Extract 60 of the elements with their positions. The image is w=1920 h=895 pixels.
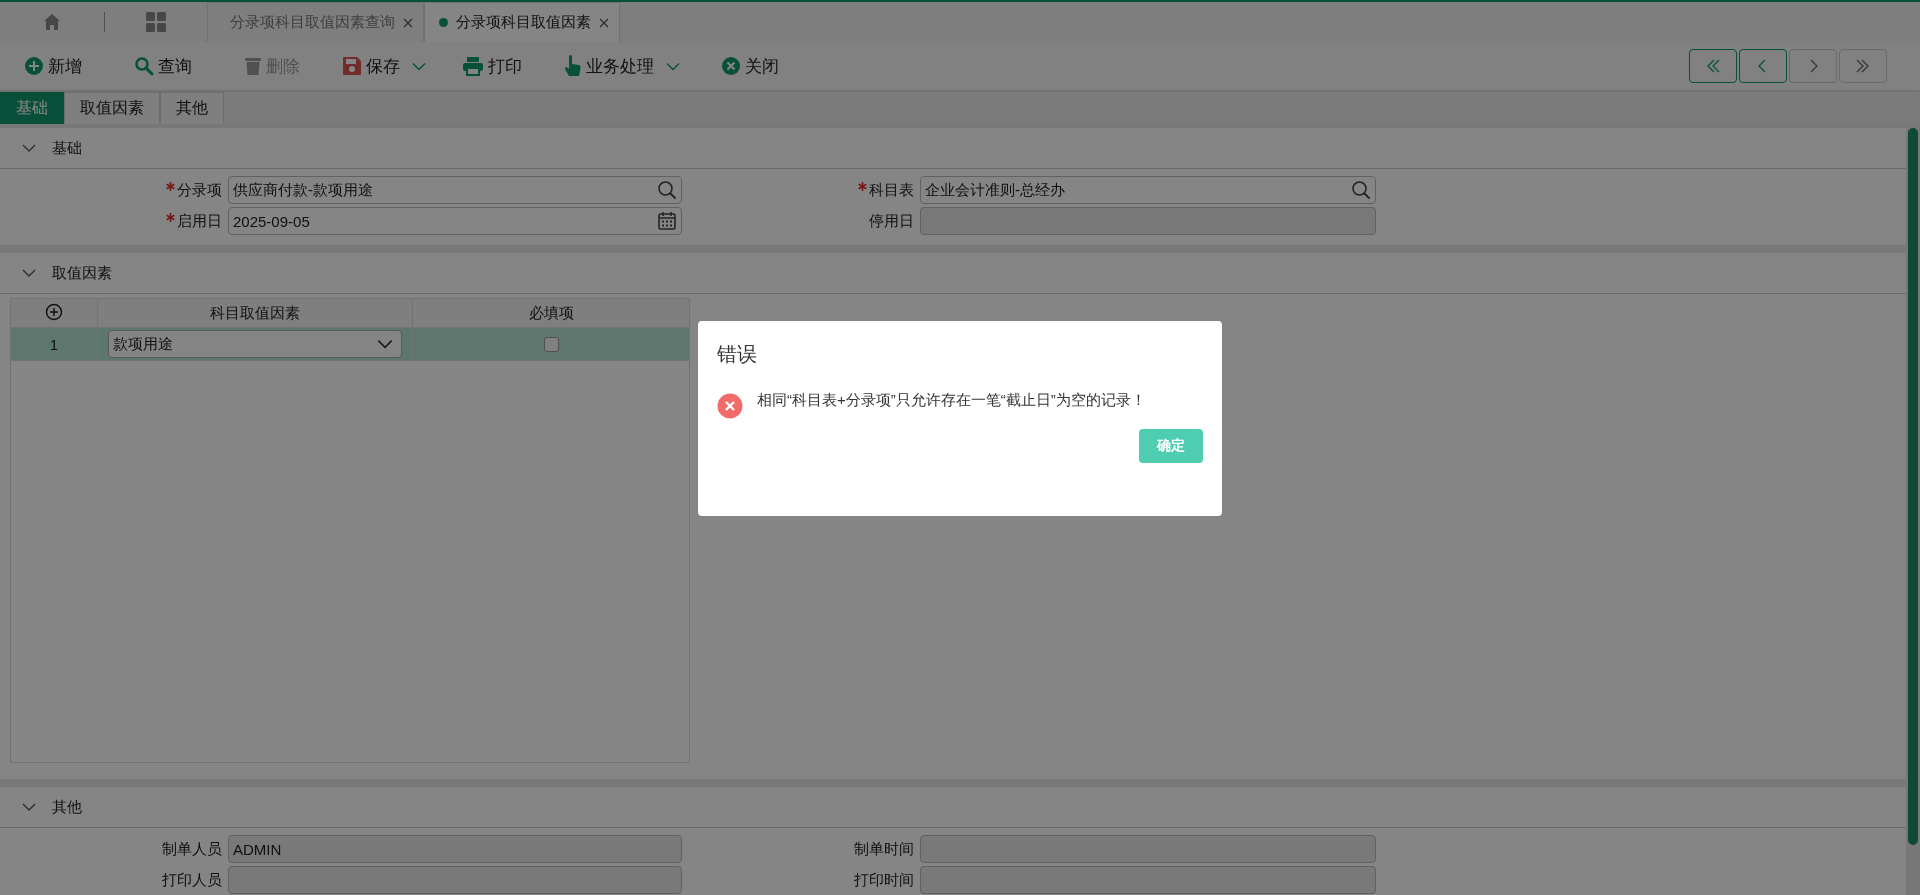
field-label: 分录项 <box>177 180 222 198</box>
section-title: 其他 <box>52 797 82 817</box>
input-field[interactable]: 企业会计准则-总经办 <box>920 176 1376 204</box>
plus-circle-icon <box>24 56 44 76</box>
toolbar-button[interactable]: 打印 <box>462 48 522 84</box>
section-header[interactable]: 取值因素 <box>0 253 1906 294</box>
home-icon[interactable] <box>42 12 62 32</box>
toolbar-button[interactable]: 保存 <box>342 48 426 84</box>
input-field[interactable]: 供应商付款-款项用途 <box>228 176 682 204</box>
field-label: 科目表 <box>869 180 914 198</box>
search-icon[interactable] <box>1351 180 1371 200</box>
field-label: 启用日 <box>177 211 222 229</box>
printer-icon <box>462 56 484 76</box>
search-icon[interactable] <box>657 180 677 200</box>
field-label: 制单时间 <box>854 839 914 857</box>
scrollbar[interactable] <box>1908 128 1918 845</box>
column-header: 必填项 <box>412 298 690 328</box>
double-right-chevron-icon <box>1855 58 1871 74</box>
double-left-chevron-icon <box>1705 58 1721 74</box>
toolbar-button[interactable]: 业务处理 <box>564 48 680 84</box>
trash-icon <box>244 56 262 76</box>
apps-grid-icon[interactable] <box>145 11 167 33</box>
field-label: 打印时间 <box>854 870 914 888</box>
calendar-icon[interactable] <box>657 211 677 231</box>
input-field[interactable]: 2025-09-05 <box>228 207 682 235</box>
add-row-icon[interactable] <box>45 302 63 321</box>
page-tab[interactable]: 分录项科目取值因素 <box>424 2 620 42</box>
error-icon <box>717 393 743 419</box>
form-tab[interactable]: 其他 <box>160 92 224 124</box>
close-icon[interactable] <box>403 17 413 28</box>
page-tab[interactable]: 分录项科目取值因素查询 <box>207 2 424 42</box>
field-label: 制单人员 <box>162 839 222 857</box>
caret-icon <box>666 61 680 71</box>
close-circle-icon <box>721 56 741 76</box>
checkbox[interactable] <box>543 336 559 352</box>
toolbar-button[interactable]: 新增 <box>24 48 82 84</box>
grid-row[interactable]: 1 款项用途 <box>10 327 690 361</box>
dialog-title: 错误 <box>717 342 757 367</box>
toolbar-button[interactable]: 关闭 <box>721 48 779 84</box>
caret-icon <box>377 339 393 349</box>
dropdown-field[interactable]: 款项用途 <box>108 330 402 358</box>
close-icon[interactable] <box>599 17 609 28</box>
field-label: 打印人员 <box>162 870 222 888</box>
row-number: 1 <box>10 327 98 361</box>
caret-icon <box>412 61 426 71</box>
column-header: 科目取值因素 <box>97 298 413 328</box>
section-title: 取值因素 <box>52 263 112 283</box>
pointing-hand-icon <box>564 55 582 77</box>
section-header[interactable]: 其他 <box>0 787 1906 828</box>
toolbar-button[interactable]: 查询 <box>134 48 192 84</box>
search-icon <box>134 56 154 76</box>
error-message: 相同“科目表+分录项”只允许存在一笔“截止日”为空的记录！ <box>757 390 1147 410</box>
status-dot <box>439 18 448 27</box>
section-header[interactable]: 基础 <box>0 128 1906 169</box>
pager-button[interactable] <box>1739 49 1787 83</box>
form-tab[interactable]: 基础 <box>0 92 64 124</box>
form-tab[interactable]: 取值因素 <box>64 92 160 124</box>
field-label: 停用日 <box>869 211 914 229</box>
pager-button[interactable] <box>1689 49 1737 83</box>
section-title: 基础 <box>52 138 82 158</box>
